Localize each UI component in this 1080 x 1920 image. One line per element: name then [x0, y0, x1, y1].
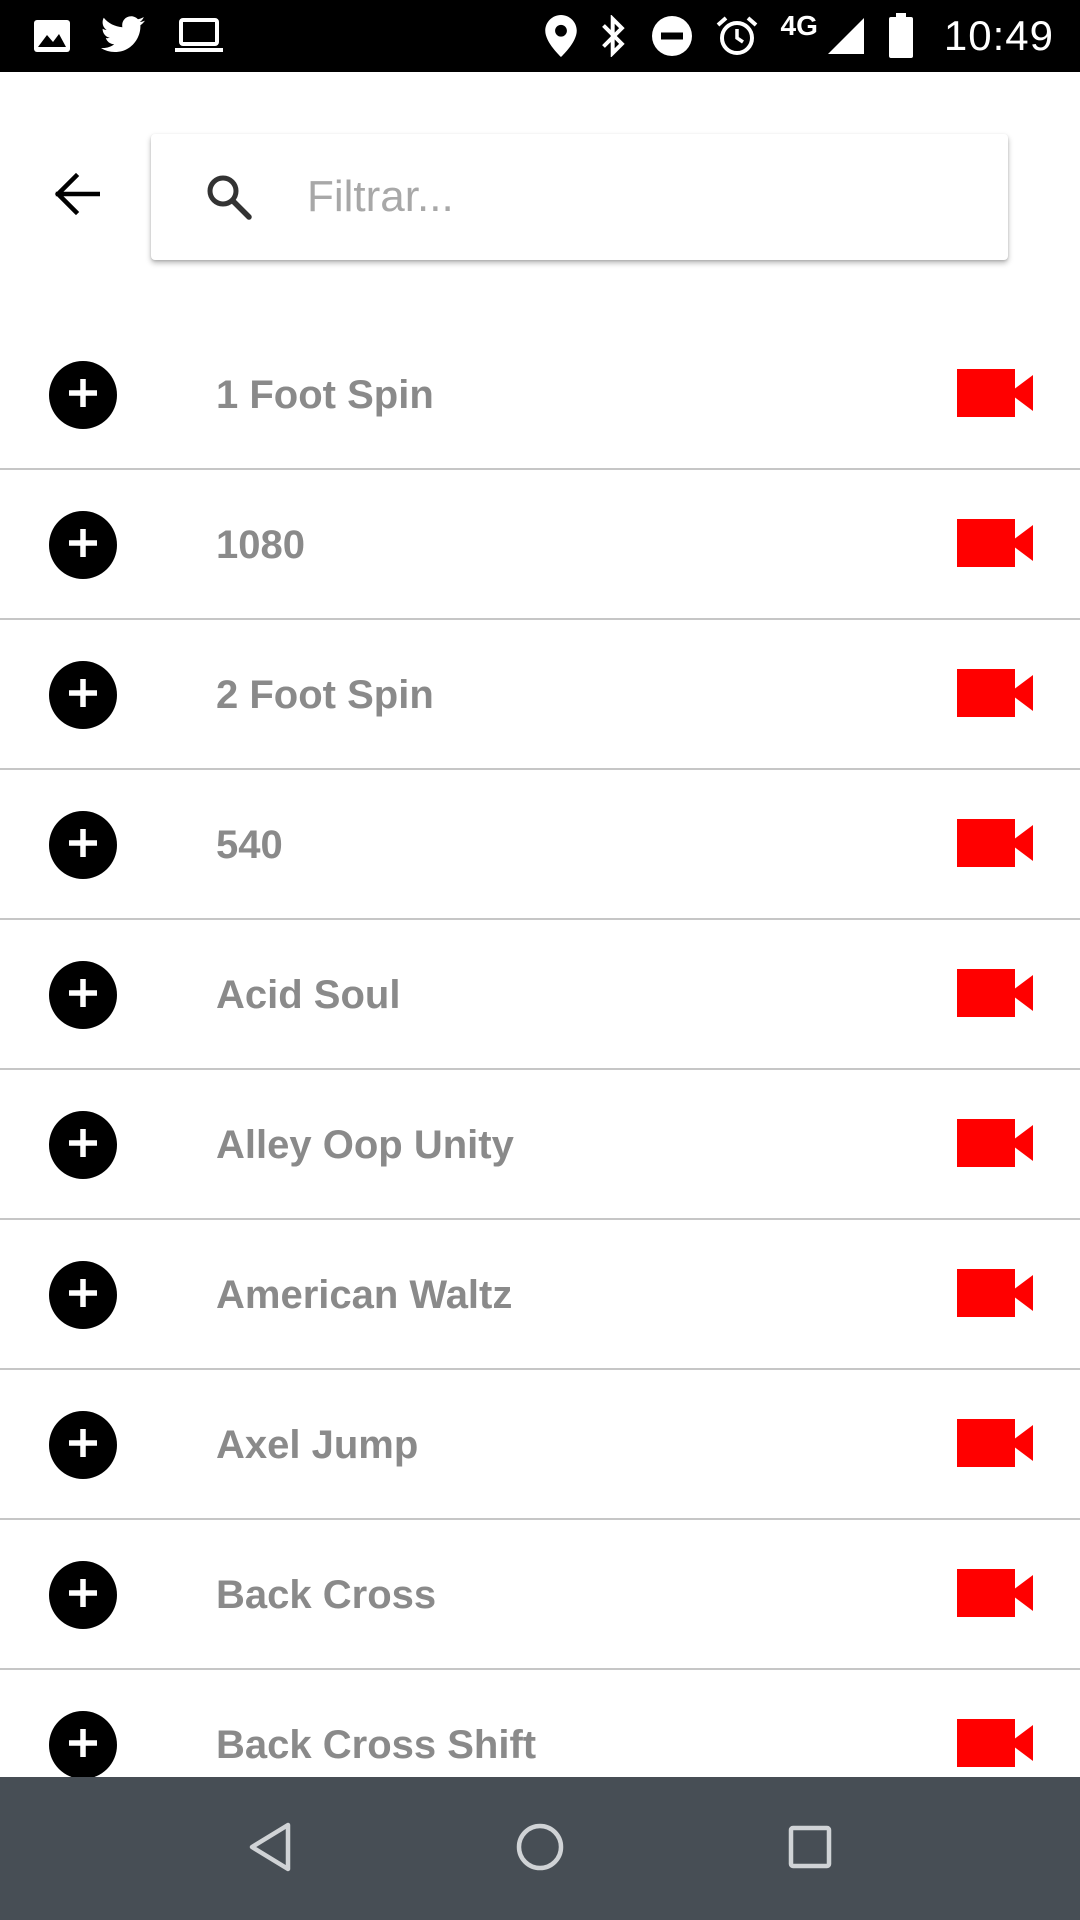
add-button[interactable]: [49, 511, 117, 579]
videocam-icon: [957, 518, 1033, 572]
bluetooth-icon: [599, 15, 629, 57]
videocam-icon: [957, 668, 1033, 722]
plus-circle-icon: [63, 1273, 103, 1318]
nav-back-icon: [246, 1821, 294, 1878]
nav-bar: [0, 1777, 1080, 1920]
videocam-icon: [957, 818, 1033, 872]
list-item[interactable]: 540: [0, 770, 1080, 920]
plus-circle-icon: [63, 373, 103, 418]
list-item[interactable]: 1080: [0, 470, 1080, 620]
videocam-icon: [957, 1118, 1033, 1172]
video-button[interactable]: [956, 1568, 1034, 1622]
videocam-icon: [957, 1418, 1033, 1472]
trick-name: 1 Foot Spin: [216, 373, 434, 417]
list-item[interactable]: Axel Jump: [0, 1370, 1080, 1520]
plus-circle-icon: [63, 1123, 103, 1168]
nav-recents-icon: [788, 1825, 832, 1874]
list-item[interactable]: Alley Oop Unity: [0, 1070, 1080, 1220]
add-button[interactable]: [49, 361, 117, 429]
search-input[interactable]: [307, 172, 907, 222]
add-button[interactable]: [49, 1111, 117, 1179]
video-button[interactable]: [956, 368, 1034, 422]
trick-name: American Waltz: [216, 1273, 513, 1317]
trick-name: 1080: [216, 523, 305, 567]
add-button[interactable]: [49, 811, 117, 879]
list-item[interactable]: American Waltz: [0, 1220, 1080, 1370]
trick-name: Back Cross Shift: [216, 1723, 537, 1767]
network-label: 4G: [780, 10, 818, 41]
video-button[interactable]: [956, 1718, 1034, 1772]
add-button[interactable]: [49, 961, 117, 1029]
list-item[interactable]: 2 Foot Spin: [0, 620, 1080, 770]
battery-icon: [888, 13, 914, 59]
video-button[interactable]: [956, 1418, 1034, 1472]
plus-circle-icon: [63, 1573, 103, 1618]
search-icon: [199, 167, 259, 227]
video-button[interactable]: [956, 1268, 1034, 1322]
video-button[interactable]: [956, 818, 1034, 872]
back-button[interactable]: [40, 160, 112, 232]
search-bar[interactable]: [151, 134, 1008, 260]
twitter-icon: [98, 16, 148, 56]
clock: 10:49: [943, 12, 1054, 59]
list-item[interactable]: Back Cross: [0, 1520, 1080, 1670]
video-button[interactable]: [956, 968, 1034, 1022]
videocam-icon: [957, 1718, 1033, 1772]
add-button[interactable]: [49, 1261, 117, 1329]
videocam-icon: [957, 1568, 1033, 1622]
trick-name: 2 Foot Spin: [216, 673, 434, 717]
laptop-icon: [174, 17, 224, 55]
videocam-icon: [957, 368, 1033, 422]
do-not-disturb-icon: [651, 15, 693, 57]
trick-name: 540: [216, 823, 283, 867]
video-button[interactable]: [956, 668, 1034, 722]
nav-home-button[interactable]: [504, 1813, 576, 1885]
status-left: [32, 16, 250, 56]
list-item[interactable]: Back Cross Shift: [0, 1670, 1080, 1777]
videocam-icon: [957, 1268, 1033, 1322]
plus-circle-icon: [63, 673, 103, 718]
plus-circle-icon: [63, 523, 103, 568]
video-button[interactable]: [956, 518, 1034, 572]
alarm-icon: [715, 14, 759, 58]
status-bar: 4G 10:49: [0, 0, 1080, 72]
plus-circle-icon: [63, 823, 103, 868]
plus-circle-icon: [63, 1723, 103, 1768]
arrow-left-icon: [52, 172, 101, 221]
videocam-icon: [957, 968, 1033, 1022]
trick-name: Acid Soul: [216, 973, 401, 1017]
image-icon: [32, 18, 72, 54]
trick-name: Back Cross: [216, 1573, 437, 1617]
list-item[interactable]: Acid Soul: [0, 920, 1080, 1070]
plus-circle-icon: [63, 973, 103, 1018]
nav-recents-button[interactable]: [774, 1813, 846, 1885]
signal-icon: [826, 16, 866, 56]
video-button[interactable]: [956, 1118, 1034, 1172]
plus-circle-icon: [63, 1423, 103, 1468]
trick-name: Alley Oop Unity: [216, 1123, 514, 1167]
trick-list: 1 Foot Spin 1080 2 Foot Spin 540 Acid So…: [0, 320, 1080, 1777]
add-button[interactable]: [49, 661, 117, 729]
list-item[interactable]: 1 Foot Spin: [0, 320, 1080, 470]
nav-home-icon: [515, 1822, 565, 1877]
add-button[interactable]: [49, 1561, 117, 1629]
status-right: 4G 10:49: [523, 10, 1054, 60]
add-button[interactable]: [49, 1411, 117, 1479]
add-button[interactable]: [49, 1711, 117, 1777]
nav-back-button[interactable]: [234, 1813, 306, 1885]
trick-name: Axel Jump: [216, 1423, 419, 1467]
location-icon: [544, 15, 577, 57]
